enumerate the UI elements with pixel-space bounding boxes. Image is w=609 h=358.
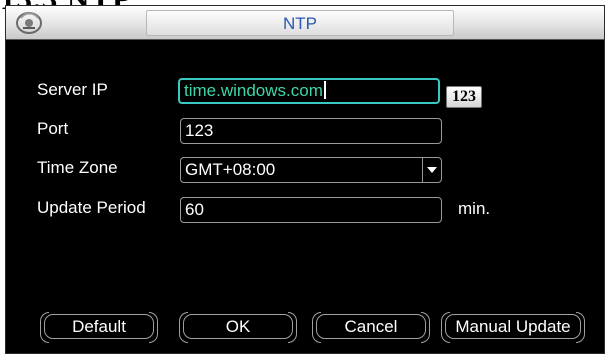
time-zone-value: GMT+08:00 (185, 160, 276, 179)
default-button[interactable]: Default (40, 312, 158, 343)
port-label: Port (37, 119, 69, 138)
ok-button[interactable]: OK (179, 312, 297, 343)
title-bar: NTP (6, 6, 604, 40)
dvr-logo-icon (16, 12, 42, 34)
update-period-label: Update Period (37, 198, 146, 217)
input-method-toggle-button[interactable]: 123 (446, 86, 482, 108)
cancel-button[interactable]: Cancel (312, 312, 430, 343)
port-input[interactable]: 123 (180, 118, 442, 144)
dialog-title: NTP (283, 14, 317, 33)
ntp-dialog: NTP Server IP time.windows.com 123 Port … (5, 5, 605, 354)
server-ip-label: Server IP (37, 80, 108, 99)
time-zone-label: Time Zone (37, 158, 118, 177)
server-ip-input[interactable]: time.windows.com (178, 78, 440, 104)
update-period-unit: min. (458, 199, 491, 218)
title-strip: NTP (146, 10, 454, 36)
text-caret (323, 81, 326, 99)
time-zone-select[interactable]: GMT+08:00 (180, 157, 442, 183)
chevron-down-icon[interactable] (422, 158, 441, 182)
manual-update-button[interactable]: Manual Update (441, 312, 585, 343)
server-ip-value: time.windows.com (184, 81, 323, 100)
update-period-input[interactable]: 60 (180, 197, 442, 223)
